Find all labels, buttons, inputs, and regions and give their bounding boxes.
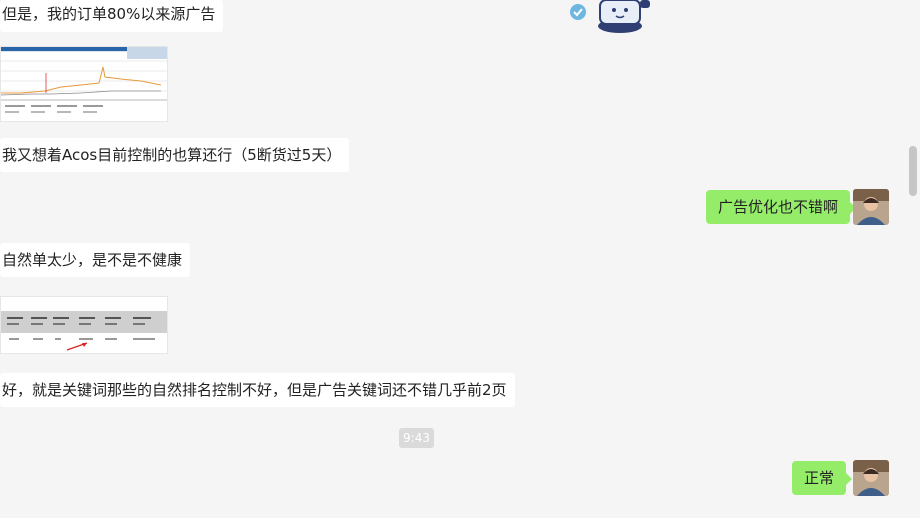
avatar[interactable] (853, 460, 889, 496)
cartoon-sticker-icon (570, 0, 650, 33)
image-message-chart[interactable] (0, 46, 168, 122)
image-message-table[interactable] (0, 296, 168, 354)
chart-screenshot-image (1, 47, 167, 113)
message-bubble-outgoing[interactable]: 广告优化也不错啊 (706, 190, 857, 224)
message-bubble[interactable]: 但是，我的订单80%以来源广告 (0, 0, 224, 32)
table-screenshot-image (1, 297, 167, 351)
sticker-image[interactable] (566, 0, 652, 34)
message-text: 正常 (804, 469, 835, 487)
user-avatar-icon (853, 460, 889, 496)
chat-panel: 但是，我的订单80%以来源广告 我又想着Acos目前控制的也算还行（5断货过5天… (0, 0, 920, 518)
message-text: 自然单太少，是不是不健康 (2, 251, 183, 269)
message-bubble[interactable]: 自然单太少，是不是不健康 (0, 243, 191, 277)
message-text: 但是，我的订单80%以来源广告 (2, 5, 216, 23)
message-text: 广告优化也不错啊 (718, 198, 839, 216)
timestamp-badge: 9:43 (399, 428, 434, 448)
user-avatar-icon (853, 189, 889, 225)
message-bubble[interactable]: 我又想着Acos目前控制的也算还行（5断货过5天） (0, 138, 350, 172)
message-bubble[interactable]: 好，就是关键词那些的自然排名控制不好，但是广告关键词还不错几乎前2页 (0, 373, 515, 407)
message-text: 好，就是关键词那些的自然排名控制不好，但是广告关键词还不错几乎前2页 (2, 381, 507, 399)
avatar[interactable] (853, 189, 889, 225)
message-bubble-outgoing[interactable]: 正常 (792, 461, 853, 495)
scrollbar-thumb[interactable] (909, 146, 917, 196)
message-text: 我又想着Acos目前控制的也算还行（5断货过5天） (2, 146, 342, 164)
